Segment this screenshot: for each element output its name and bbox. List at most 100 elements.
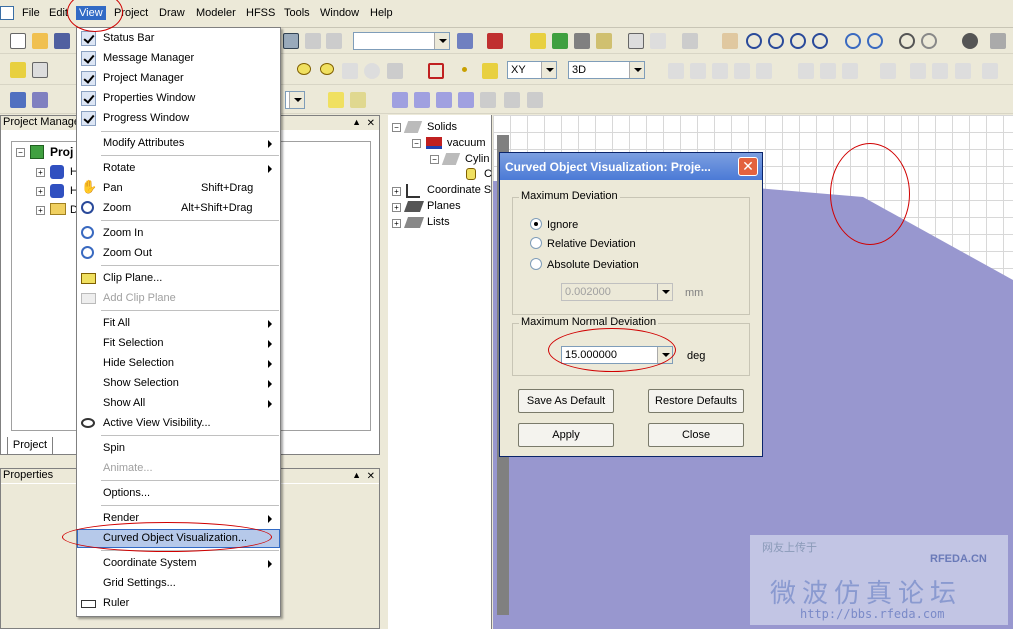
tree-cylin[interactable]: Cylin: [465, 153, 489, 165]
menu-item-modify-attributes[interactable]: Modify Attributes: [77, 134, 280, 153]
ignore-radio[interactable]: [530, 218, 542, 230]
rotate-icon[interactable]: [746, 33, 762, 49]
menu-help[interactable]: Help: [370, 7, 393, 19]
point-icon[interactable]: [462, 67, 467, 72]
expand-icon[interactable]: +: [392, 219, 401, 228]
toolbar-row-3-combo[interactable]: [285, 91, 305, 109]
tab-project[interactable]: Project: [7, 437, 53, 455]
menu-item-grid-settings[interactable]: Grid Settings...: [77, 574, 280, 593]
menu-edit[interactable]: Edit: [49, 7, 68, 19]
tree-cyl-item[interactable]: C: [484, 168, 492, 180]
zoom-out-icon[interactable]: [867, 33, 883, 49]
face-select-icon[interactable]: [328, 92, 344, 108]
measure-icon[interactable]: [650, 33, 666, 49]
split-icon[interactable]: [734, 63, 750, 79]
menu-modeler[interactable]: Modeler: [196, 7, 236, 19]
panel-pin-icon[interactable]: ▲: [352, 470, 361, 480]
tree-solids[interactable]: Solids: [427, 121, 457, 133]
menu-item-active-view-visibility[interactable]: Active View Visibility...: [77, 414, 280, 433]
link-icon[interactable]: [458, 92, 474, 108]
results-icon[interactable]: [596, 33, 612, 49]
menu-item-options[interactable]: Options...: [77, 484, 280, 503]
menu-item-zoom-out[interactable]: Zoom Out: [77, 244, 280, 263]
vertex-icon[interactable]: [392, 92, 408, 108]
menu-item-spin[interactable]: Spin: [77, 439, 280, 458]
whats-this-icon[interactable]: [32, 62, 48, 78]
unite-icon[interactable]: [668, 63, 684, 79]
record-icon[interactable]: [487, 33, 503, 49]
menu-item-project-manager[interactable]: Project Manager: [77, 69, 280, 88]
relative-deviation-radio[interactable]: [530, 237, 542, 249]
menu-item-properties-window[interactable]: Properties Window: [77, 89, 280, 108]
snap-icon[interactable]: [305, 33, 321, 49]
analyze-icon[interactable]: [574, 33, 590, 49]
menu-item-fit-selection[interactable]: Fit Selection: [77, 334, 280, 353]
ellipse-icon[interactable]: [297, 63, 311, 75]
menu-item-fit-all[interactable]: Fit All: [77, 314, 280, 333]
fit-selection-icon[interactable]: [921, 33, 937, 49]
view-mode-combo[interactable]: 3D: [568, 61, 645, 79]
tree-icon[interactable]: [414, 92, 430, 108]
connect-icon[interactable]: [436, 92, 452, 108]
menu-hfss[interactable]: HFSS: [246, 7, 275, 19]
snap2-icon[interactable]: [326, 33, 342, 49]
expand-icon[interactable]: +: [36, 168, 45, 177]
menu-item-status-bar[interactable]: Status Bar: [77, 29, 280, 48]
menu-item-show-all[interactable]: Show All: [77, 394, 280, 413]
menu-item-rotate[interactable]: Rotate: [77, 159, 280, 178]
select-mode-icon[interactable]: [283, 33, 299, 49]
subtract-icon[interactable]: [690, 63, 706, 79]
copy-icon[interactable]: [682, 33, 698, 49]
menu-item-zoom[interactable]: Zoom Alt+Shift+Drag: [77, 199, 280, 218]
zoom-window-icon[interactable]: [628, 33, 644, 49]
menu-item-clip-plane[interactable]: Clip Plane...: [77, 269, 280, 288]
expand-icon[interactable]: −: [412, 139, 421, 148]
apply-button[interactable]: Apply: [518, 423, 614, 447]
expand-icon[interactable]: +: [392, 203, 401, 212]
tree-lists[interactable]: Lists: [427, 216, 450, 228]
uncover-icon[interactable]: [932, 63, 948, 79]
tree-coordinate[interactable]: Coordinate S: [427, 184, 491, 196]
tree-planes[interactable]: Planes: [427, 200, 461, 212]
sweep-icon[interactable]: [880, 63, 896, 79]
report-icon[interactable]: [530, 33, 546, 49]
close-icon[interactable]: ✕: [738, 157, 758, 176]
tree-vacuum[interactable]: vacuum: [447, 137, 486, 149]
cylinder-icon[interactable]: [342, 63, 358, 79]
expand-icon[interactable]: −: [16, 148, 25, 157]
edge-select-icon[interactable]: [350, 92, 366, 108]
menu-draw[interactable]: Draw: [159, 7, 185, 19]
menu-item-pan[interactable]: ✋ Pan Shift+Drag: [77, 179, 280, 198]
intersect-icon[interactable]: [712, 63, 728, 79]
torus-icon[interactable]: [364, 63, 380, 79]
rotate-obj-icon[interactable]: [820, 63, 836, 79]
separate-icon[interactable]: [955, 63, 971, 79]
zoom-in-icon[interactable]: [845, 33, 861, 49]
field-icon[interactable]: [480, 92, 496, 108]
panel-pin-icon[interactable]: ▲: [352, 117, 361, 127]
circle-icon[interactable]: [320, 63, 334, 75]
save-icon[interactable]: [54, 33, 70, 49]
menu-item-hide-selection[interactable]: Hide Selection: [77, 354, 280, 373]
restore-defaults-button[interactable]: Restore Defaults: [648, 389, 744, 413]
zoom-icon[interactable]: [812, 33, 828, 49]
expand-icon[interactable]: +: [392, 187, 401, 196]
menu-tools[interactable]: Tools: [284, 7, 310, 19]
panel-close-icon[interactable]: ✕: [367, 118, 375, 129]
menu-item-progress-window[interactable]: Progress Window: [77, 109, 280, 128]
plane-combo[interactable]: XY: [507, 61, 557, 79]
menu-file[interactable]: File: [22, 7, 40, 19]
rotate3-icon[interactable]: [790, 33, 806, 49]
menu-item-coordinate-system[interactable]: Coordinate System: [77, 554, 280, 573]
imprint-icon[interactable]: [756, 63, 772, 79]
close-button[interactable]: Close: [648, 423, 744, 447]
save-as-default-button[interactable]: Save As Default: [518, 389, 614, 413]
cover-icon[interactable]: [910, 63, 926, 79]
helix-icon[interactable]: [387, 63, 403, 79]
render-icon[interactable]: [990, 33, 1006, 49]
menu-item-zoom-in[interactable]: Zoom In: [77, 224, 280, 243]
hierarchy-icon[interactable]: [457, 33, 473, 49]
help-icon[interactable]: [10, 62, 26, 78]
excitation-icon[interactable]: [10, 92, 26, 108]
pan-icon[interactable]: [722, 33, 738, 49]
